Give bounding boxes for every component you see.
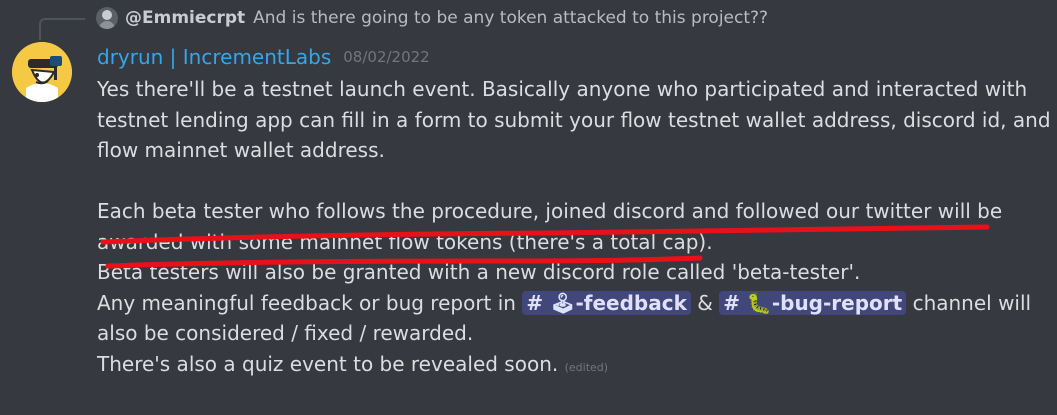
reply-text[interactable]: And is there going to be any token attac… xyxy=(253,8,768,28)
message-line: also be considered / fixed / rewarded. xyxy=(97,321,474,345)
message-line: flow mainnet wallet address. xyxy=(97,138,385,162)
author-name[interactable]: dryrun | IncrementLabs xyxy=(97,45,331,69)
quiz-text: There's also a quiz event to be revealed… xyxy=(97,351,559,376)
message-line: testnet lending app can fill in a form t… xyxy=(97,107,1051,132)
message-line: Beta testers will also be granted with a… xyxy=(97,260,861,284)
separator: & xyxy=(697,290,713,315)
channel-mention-feedback[interactable]: # 🕹-feedback xyxy=(522,290,691,315)
message-content: Yes there'll be a testnet launch event. … xyxy=(97,74,1051,384)
feedback-prefix: Any meaningful feedback or bug report in xyxy=(97,290,516,315)
avatar-image xyxy=(12,42,72,102)
message-line: There's also a quiz event to be revealed… xyxy=(97,349,1047,384)
message-line: Yes there'll be a testnet launch event. … xyxy=(97,77,1028,101)
reply-avatar[interactable] xyxy=(96,7,118,29)
message-line: Each beta tester who follows the procedu… xyxy=(97,199,1003,223)
channel-mention-bug-report[interactable]: # 🐛-bug-report xyxy=(719,290,907,315)
message-line: Any meaningful feedback or bug report in… xyxy=(97,288,1047,319)
reply-username[interactable]: @Emmiecrpt xyxy=(125,8,245,28)
message-line: awarded with some mainnet flow tokens (t… xyxy=(97,229,713,254)
edited-label: (edited) xyxy=(564,360,609,374)
feedback-suffix: channel will xyxy=(912,290,1032,315)
avatar[interactable] xyxy=(12,42,72,102)
message-timestamp[interactable]: 08/02/2022 xyxy=(343,48,429,66)
reply-preview[interactable]: @Emmiecrpt And is there going to be any … xyxy=(96,5,768,31)
reply-connector xyxy=(39,18,85,40)
message-header: dryrun | IncrementLabs 08/02/2022 xyxy=(97,42,430,72)
